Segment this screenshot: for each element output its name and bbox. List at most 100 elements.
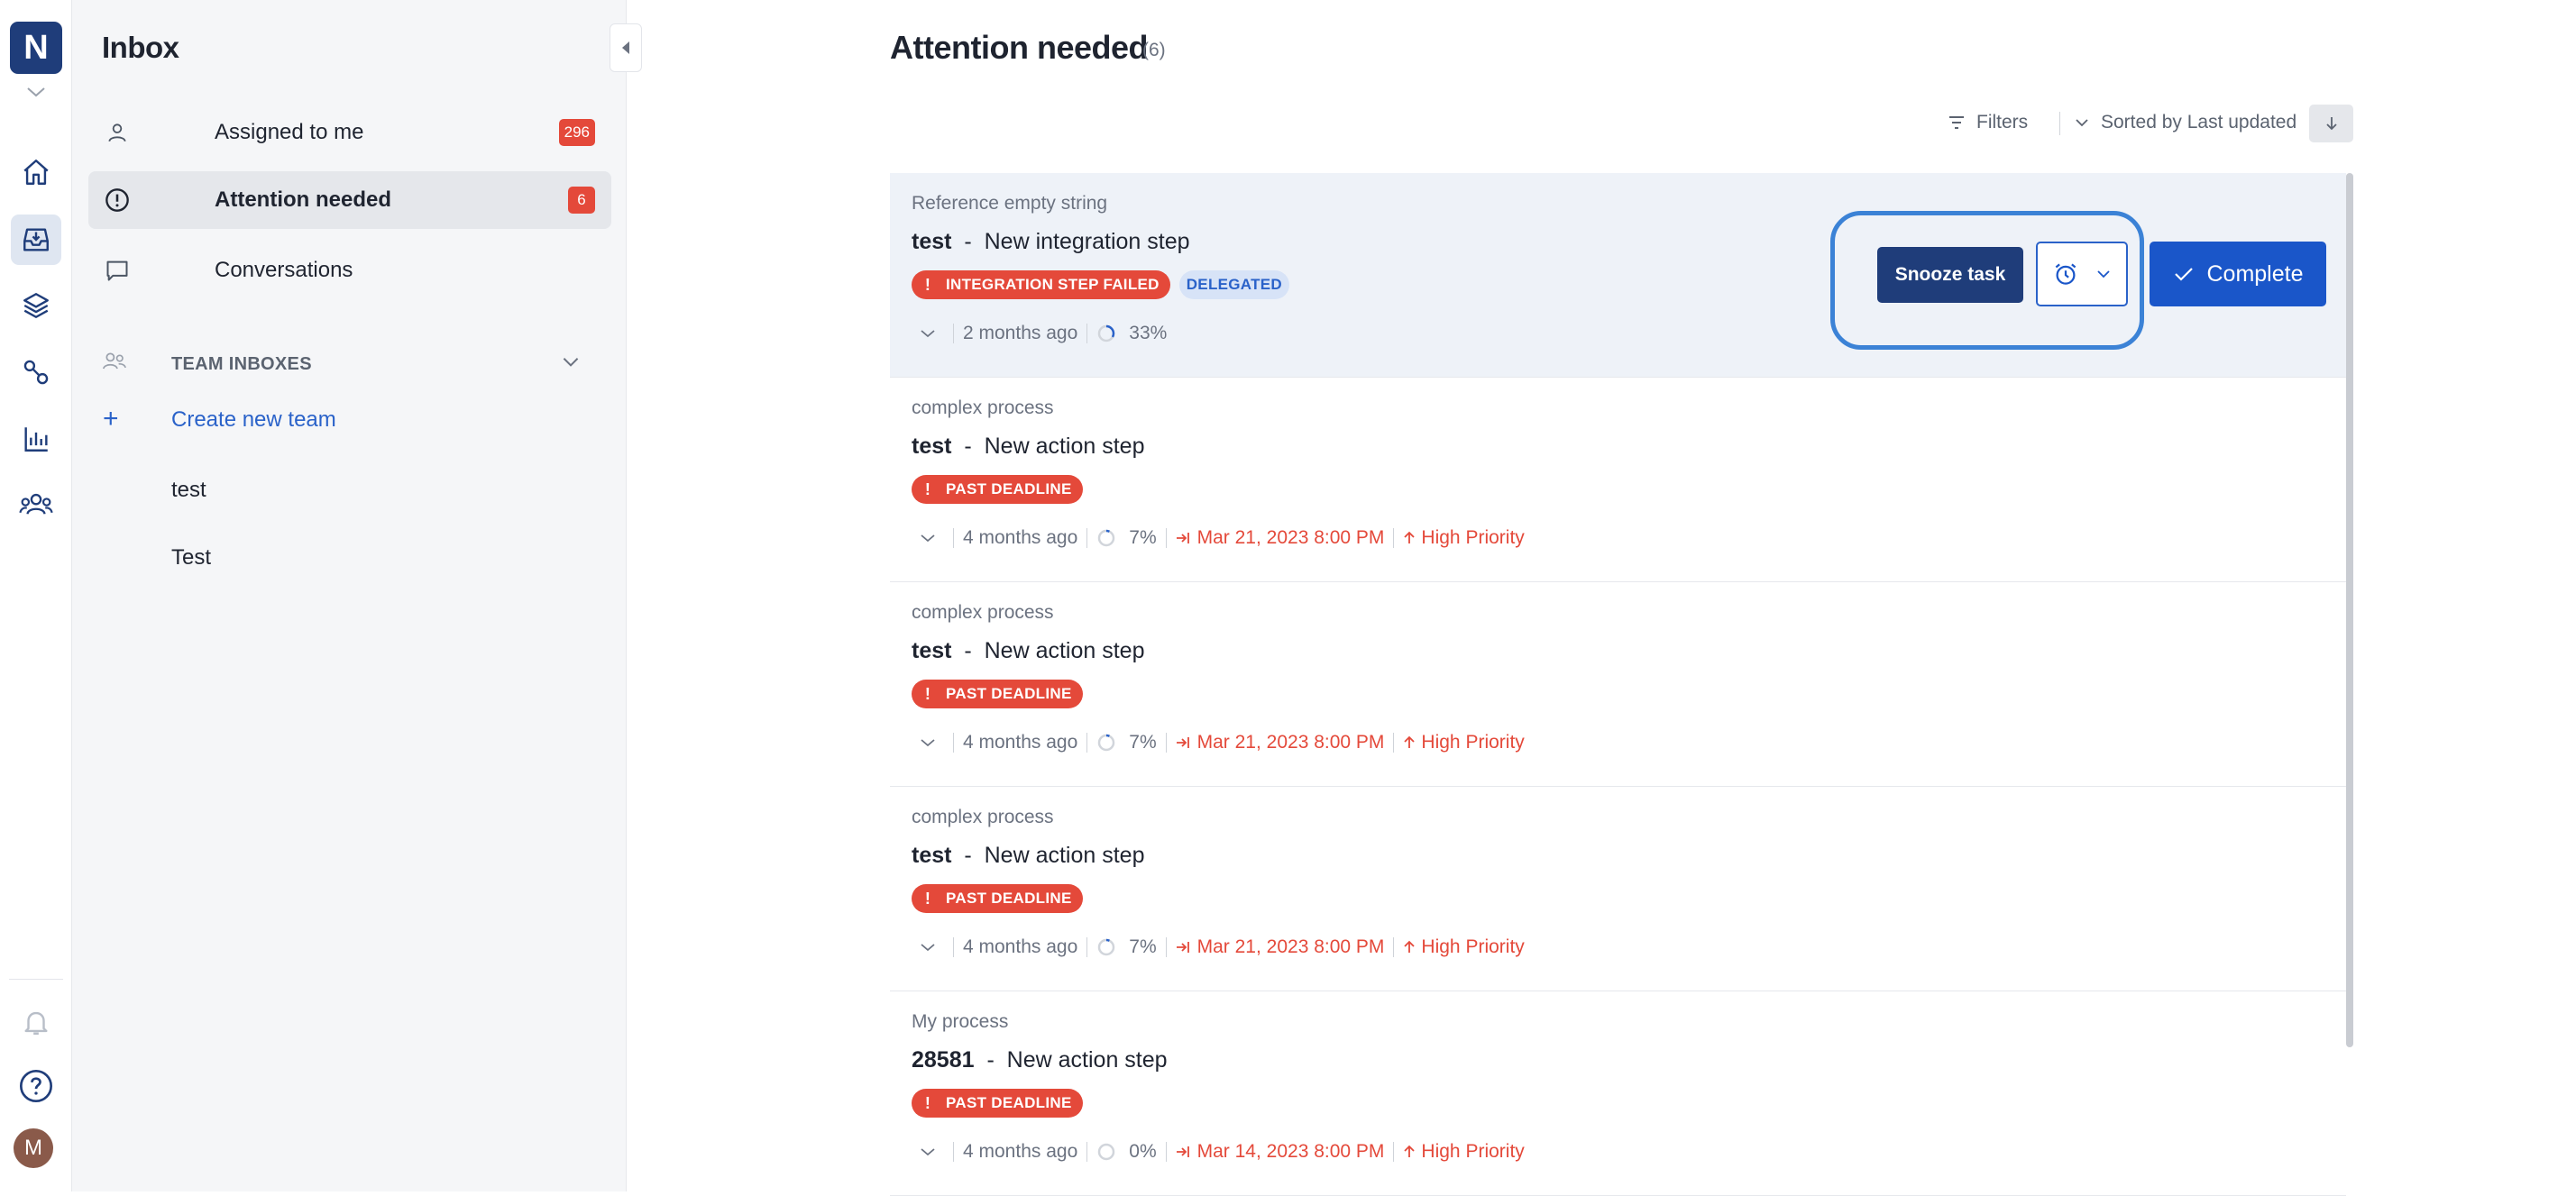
scrollbar[interactable] <box>2346 173 2353 1047</box>
sidebar-item-team[interactable]: Test <box>171 545 211 571</box>
task-row[interactable]: My process 28581 - New action step ! PAST… <box>890 991 2346 1196</box>
arrow-up-icon <box>1404 531 1416 543</box>
help-icon[interactable] <box>11 1061 61 1111</box>
priority-text: High Priority <box>1421 732 1525 753</box>
task-id: 28581 <box>912 1047 975 1073</box>
progress-text: 0% <box>1129 1141 1157 1162</box>
process-name: complex process <box>912 602 1054 623</box>
due-date: Mar 14, 2023 8:00 PM <box>1176 1141 1385 1163</box>
title-dash: - <box>986 1047 995 1073</box>
expand-chevron-icon[interactable] <box>915 533 940 543</box>
create-team-link[interactable]: Create new team <box>171 407 336 433</box>
sidebar-item-conversations[interactable]: Conversations <box>88 242 611 299</box>
expand-chevron-icon[interactable] <box>915 942 940 953</box>
due-date: Mar 21, 2023 8:00 PM <box>1176 936 1385 958</box>
team-inboxes-header: TEAM INBOXES <box>171 354 312 374</box>
task-title: 28581 - New action step <box>912 1047 1168 1073</box>
task-row[interactable]: complex process test - New action step !… <box>890 787 2346 991</box>
progress-text: 7% <box>1129 732 1157 753</box>
chevron-down-icon <box>2074 116 2090 129</box>
alert-circle-icon <box>103 186 132 215</box>
due-date-text: Mar 21, 2023 8:00 PM <box>1196 527 1385 548</box>
count-badge: 296 <box>558 119 595 146</box>
deadline-icon <box>1176 533 1189 543</box>
chat-icon <box>103 256 132 285</box>
alarm-clock-icon <box>2052 260 2079 288</box>
exclamation-icon: ! <box>924 479 931 498</box>
sidebar-item-team[interactable]: test <box>171 478 206 503</box>
due-date: Mar 21, 2023 8:00 PM <box>1176 732 1384 753</box>
chevron-down-icon[interactable] <box>559 350 582 378</box>
task-age: 4 months ago <box>963 1141 1078 1162</box>
priority: High Priority <box>1403 527 1525 549</box>
priority-text: High Priority <box>1421 936 1525 957</box>
people-icon[interactable] <box>11 479 61 530</box>
expand-chevron-icon[interactable] <box>915 737 940 748</box>
deadline-icon <box>1176 1146 1189 1157</box>
count-badge: 6 <box>568 187 595 214</box>
due-date-text: Mar 14, 2023 8:00 PM <box>1196 1141 1385 1162</box>
sort-select[interactable]: Sorted by Last updated <box>2074 103 2296 142</box>
task-row[interactable]: complex process test - New action step !… <box>890 378 2346 582</box>
exclamation-icon: ! <box>924 1093 931 1112</box>
sort-direction-button[interactable] <box>2309 105 2353 142</box>
filters-label: Filters <box>1976 112 2029 132</box>
deadline-icon <box>1176 942 1189 953</box>
status-badge: ! PAST DEADLINE <box>912 680 1083 708</box>
page-title: Attention needed <box>890 29 1149 66</box>
priority: High Priority <box>1403 732 1525 753</box>
task-id: test <box>912 638 952 663</box>
task-title: test - New action step <box>912 434 1144 460</box>
filters-button[interactable]: Filters <box>1948 103 2028 142</box>
flow-icon[interactable] <box>11 347 61 397</box>
due-date-text: Mar 21, 2023 8:00 PM <box>1196 936 1385 957</box>
team-icon <box>101 350 128 378</box>
expand-chevron-icon[interactable] <box>915 328 940 339</box>
deadline-icon <box>1176 737 1189 748</box>
arrow-up-icon <box>1404 735 1416 748</box>
home-icon[interactable] <box>11 147 61 197</box>
process-name: My process <box>912 1011 1009 1032</box>
task-id: test <box>912 843 952 868</box>
sidebar-item-attention[interactable]: Attention needed 6 <box>88 171 611 229</box>
snooze-task-button[interactable]: Snooze task <box>1877 247 2023 303</box>
complete-label: Complete <box>2206 260 2304 287</box>
bell-icon[interactable] <box>11 997 61 1047</box>
step-name: New action step <box>984 434 1145 459</box>
chart-icon[interactable] <box>11 414 61 464</box>
title-dash: - <box>964 843 972 868</box>
progress-ring-icon <box>1098 529 1115 547</box>
collapse-sidebar-button[interactable] <box>610 23 642 72</box>
due-date: Mar 21, 2023 8:00 PM <box>1176 527 1385 549</box>
chevron-down-icon <box>2095 269 2112 279</box>
complete-button[interactable]: Complete <box>2150 242 2326 306</box>
snooze-options-button[interactable] <box>2036 242 2128 306</box>
process-name: Reference empty string <box>912 193 1108 214</box>
status-badge-label: PAST DEADLINE <box>946 1094 1072 1111</box>
step-name: New action step <box>984 638 1145 663</box>
process-name: complex process <box>912 807 1054 827</box>
sidebar-item-assigned[interactable]: Assigned to me 296 <box>88 104 611 161</box>
plus-icon: + <box>103 404 119 434</box>
task-id: test <box>912 229 952 254</box>
task-title: test - New action step <box>912 843 1144 869</box>
title-dash: - <box>964 638 972 663</box>
step-name: New action step <box>1006 1047 1168 1073</box>
status-badge-label: INTEGRATION STEP FAILED <box>946 276 1160 293</box>
inbox-icon[interactable] <box>11 215 61 265</box>
task-count: (6) <box>1142 40 1166 60</box>
arrow-down-icon <box>2324 114 2340 132</box>
chevron-down-icon[interactable] <box>22 79 50 105</box>
task-row[interactable]: complex process test - New action step !… <box>890 582 2346 787</box>
avatar[interactable]: M <box>14 1128 53 1168</box>
icon-rail: N M <box>0 0 72 1191</box>
step-name: New integration step <box>984 229 1190 254</box>
check-icon <box>2173 265 2195 283</box>
progress-ring-icon <box>1098 938 1115 956</box>
progress-text: 7% <box>1129 936 1157 957</box>
layers-icon[interactable] <box>11 280 61 331</box>
expand-chevron-icon[interactable] <box>915 1146 940 1157</box>
task-age: 4 months ago <box>963 732 1078 753</box>
workspace-logo[interactable]: N <box>10 22 62 74</box>
title-dash: - <box>964 229 972 254</box>
